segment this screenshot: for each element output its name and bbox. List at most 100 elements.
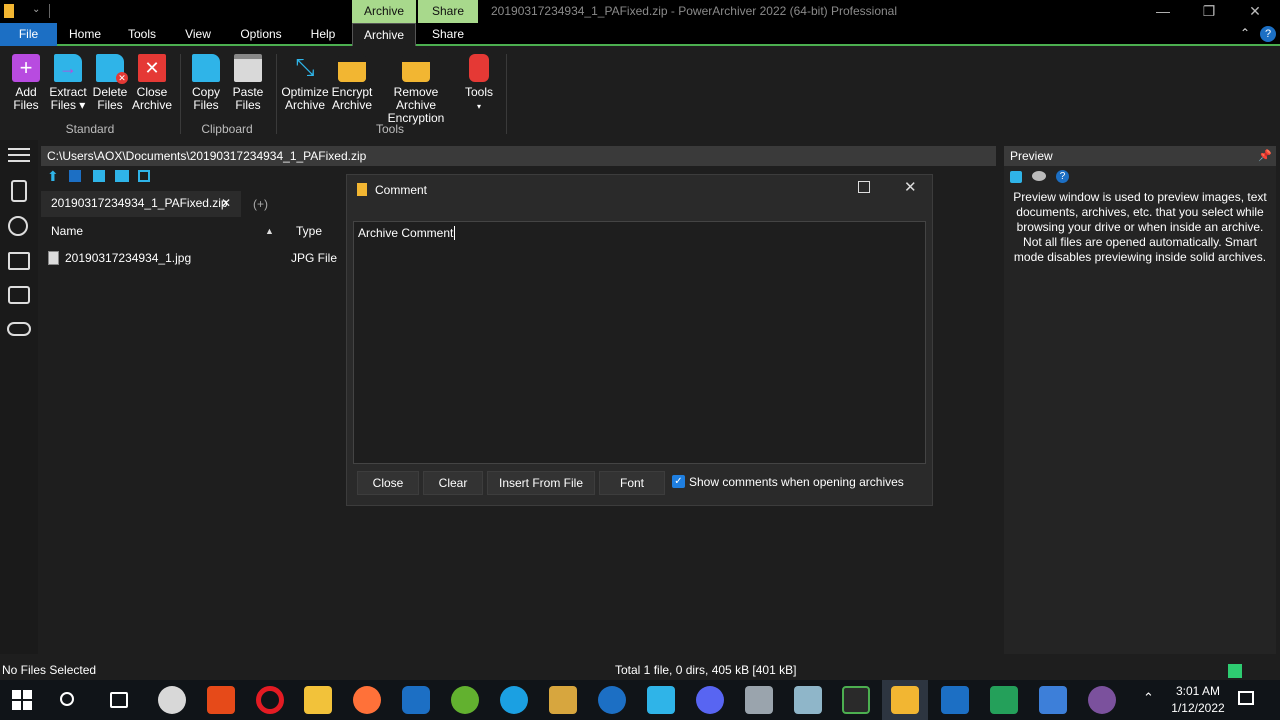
utorrent-icon[interactable] <box>451 686 479 714</box>
show-comments-label[interactable]: Show comments when opening archives <box>689 475 904 489</box>
tray-chevron-icon[interactable]: ⌃ <box>1143 690 1154 706</box>
encrypt-archive-button[interactable]: Encrypt Archive <box>331 52 373 112</box>
delete-files-button[interactable]: ✕ Delete Files <box>90 52 130 112</box>
restore-button[interactable]: ❐ <box>1186 0 1232 23</box>
clock[interactable]: 3:01 AM 1/12/2022 <box>1163 683 1233 717</box>
archive-tab[interactable]: 20190317234934_1_PAFixed.zip ✕ <box>41 191 241 217</box>
comment-textarea[interactable]: Archive Comment <box>353 221 926 464</box>
vpn-lock-icon[interactable] <box>402 686 430 714</box>
menu-file[interactable]: File <box>0 23 57 46</box>
menu-home[interactable]: Home <box>60 23 110 46</box>
office-icon[interactable] <box>207 686 235 714</box>
network-tool-icon[interactable] <box>990 686 1018 714</box>
folder-icon[interactable] <box>8 252 30 270</box>
menu-bar: File Home Tools View Options Help Archiv… <box>0 23 1280 46</box>
qat-dropdown-icon[interactable]: ⌄ <box>32 4 40 15</box>
extra-view-icon[interactable] <box>138 170 150 182</box>
app-icon[interactable] <box>4 4 14 18</box>
preview-mode-icon[interactable] <box>1010 171 1022 183</box>
notes-app-icon[interactable] <box>794 686 822 714</box>
optimize-archive-button[interactable]: ⤡ Optimize Archive <box>280 52 330 112</box>
menu-share[interactable]: Share <box>418 23 478 46</box>
hamburger-menu-icon[interactable] <box>8 148 30 162</box>
add-files-button[interactable]: + Add Files <box>6 52 46 112</box>
edge-icon[interactable] <box>500 686 528 714</box>
status-bar: No Files Selected Total 1 file, 0 dirs, … <box>0 660 1280 680</box>
font-button[interactable]: Font <box>599 471 665 495</box>
task-view-icon[interactable] <box>110 692 128 708</box>
details-view-icon[interactable] <box>69 170 81 182</box>
extract-files-button[interactable]: → Extract Files ▾ <box>48 52 88 112</box>
column-type[interactable]: Type <box>296 224 322 238</box>
maximize-dialog-button[interactable] <box>858 181 870 193</box>
menu-tools[interactable]: Tools <box>118 23 166 46</box>
help-icon[interactable]: ? <box>1260 26 1276 42</box>
pencil-app-icon[interactable] <box>549 686 577 714</box>
opera-icon[interactable] <box>256 686 284 714</box>
preview-help-icon[interactable]: ? <box>1056 170 1069 183</box>
firefox-icon[interactable] <box>353 686 381 714</box>
terminal-icon[interactable] <box>842 686 870 714</box>
cloud-icon[interactable] <box>7 322 31 336</box>
close-button[interactable]: Close <box>357 471 419 495</box>
close-archive-button[interactable]: ✕ Close Archive <box>132 52 172 112</box>
preview-title: Preview <box>1010 149 1053 163</box>
insert-from-file-button[interactable]: Insert From File <box>487 471 595 495</box>
new-tab-button[interactable]: (+) <box>253 197 268 211</box>
discord-icon[interactable] <box>696 686 724 714</box>
windows-start-icon[interactable] <box>12 690 32 710</box>
eye-icon[interactable] <box>1032 171 1046 181</box>
network-app-icon[interactable] <box>647 686 675 714</box>
window-title: 20190317234934_1_PAFixed.zip - PowerArch… <box>491 4 898 18</box>
remove-archive-encryption-button[interactable]: Remove Archive Encryption <box>374 52 458 125</box>
menu-help[interactable]: Help <box>300 23 346 46</box>
close-dialog-button[interactable]: ✕ <box>904 178 917 196</box>
text-editor-icon[interactable] <box>941 686 969 714</box>
jpg-file-icon <box>48 251 59 265</box>
archive-view-icon[interactable] <box>11 180 27 202</box>
ribbon-separator <box>276 54 277 134</box>
preview-header: Preview 📌 <box>1004 146 1276 166</box>
powerarchiver-taskbar-icon[interactable] <box>891 686 919 714</box>
show-comments-checkbox[interactable]: ✓ <box>672 475 685 488</box>
close-tab-icon[interactable]: ✕ <box>221 196 231 210</box>
thumbnail-view-icon[interactable] <box>115 170 129 182</box>
column-name[interactable]: Name <box>51 224 83 238</box>
extract-files-label: Extract <box>49 85 87 99</box>
list-view-icon[interactable] <box>93 170 105 182</box>
menu-view[interactable]: View <box>174 23 222 46</box>
paste-files-button[interactable]: Paste Files <box>228 52 268 112</box>
menu-archive[interactable]: Archive <box>352 23 416 46</box>
close-window-button[interactable]: ✕ <box>1232 0 1278 23</box>
add-files-icon: + <box>12 54 40 82</box>
context-tab-archive: Archive <box>352 0 416 23</box>
group-clipboard-label: Clipboard <box>201 122 253 136</box>
viber-icon[interactable] <box>1088 686 1116 714</box>
text-caret <box>454 226 456 240</box>
delete-files-icon: ✕ <box>96 54 128 84</box>
comment-icon <box>357 183 367 196</box>
comment-text: Archive Comment <box>358 226 454 240</box>
app-paint-icon[interactable] <box>158 686 186 714</box>
search-icon[interactable] <box>60 692 74 706</box>
tools-dropdown-arrow: ▾ <box>476 102 481 111</box>
up-folder-icon[interactable]: ⬆ <box>47 169 59 183</box>
tools-button[interactable]: Tools ▾ <box>460 52 498 113</box>
file-row[interactable]: 20190317234934_1.jpg JPG File <box>41 248 346 268</box>
dialog-title: Comment <box>375 183 428 197</box>
path-bar[interactable]: C:\Users\AOX\Documents\20190317234934_1_… <box>41 146 996 166</box>
copy-files-button[interactable]: Copy Files <box>186 52 226 112</box>
gear-app-icon[interactable] <box>598 686 626 714</box>
clock-time: 3:01 AM <box>1175 684 1221 698</box>
file-explorer-icon[interactable] <box>304 686 332 714</box>
notifications-icon[interactable] <box>1238 691 1254 705</box>
clear-button[interactable]: Clear <box>423 471 483 495</box>
minimize-button[interactable]: — <box>1140 0 1186 23</box>
remote-desktop-icon[interactable] <box>745 686 773 714</box>
pin-icon[interactable]: 📌 <box>1258 149 1272 162</box>
database-icon[interactable] <box>8 286 30 304</box>
history-icon[interactable] <box>8 216 28 236</box>
security-app-icon[interactable] <box>1039 686 1067 714</box>
collapse-ribbon-icon[interactable]: ⌃ <box>1240 26 1250 40</box>
menu-options[interactable]: Options <box>230 23 292 46</box>
